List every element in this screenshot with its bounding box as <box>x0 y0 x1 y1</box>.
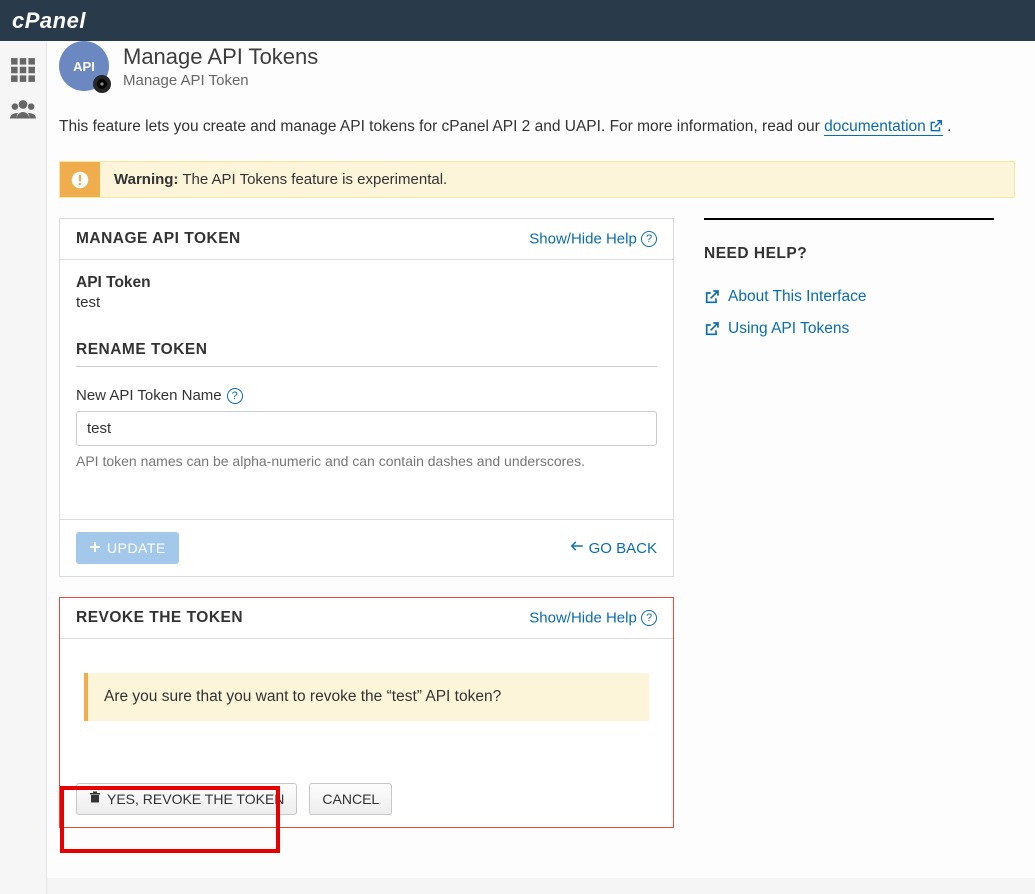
question-circle-icon[interactable]: ? <box>227 388 243 404</box>
warning-alert: Warning: The API Tokens feature is exper… <box>59 161 1015 198</box>
question-circle-icon: ? <box>641 610 657 626</box>
intro-prefix: This feature lets you create and manage … <box>59 118 824 135</box>
new-name-label: New API Token Name ? <box>76 387 657 404</box>
new-name-hint: API token names can be alpha-numeric and… <box>76 453 657 469</box>
go-back-link[interactable]: GO BACK <box>570 539 657 557</box>
help-heading: NEED HELP? <box>704 218 994 263</box>
manage-panel: MANAGE API TOKEN Show/Hide Help ? API To… <box>59 218 674 577</box>
arrow-left-icon <box>570 539 584 557</box>
documentation-link[interactable]: documentation <box>824 118 943 136</box>
intro-suffix: . <box>943 118 952 135</box>
cancel-text: CANCEL <box>322 791 379 807</box>
plus-icon <box>89 540 101 556</box>
external-link-icon <box>704 289 720 305</box>
breadcrumb: Manage API Token <box>123 72 318 89</box>
update-button-text: UPDATE <box>107 540 166 556</box>
manage-help-toggle-text: Show/Hide Help <box>529 231 637 248</box>
token-label: API Token <box>76 274 657 292</box>
revoke-heading: REVOKE THE TOKEN <box>76 609 243 627</box>
token-value: test <box>76 294 657 311</box>
revoke-help-toggle-text: Show/Hide Help <box>529 610 637 627</box>
help-link-label: About This Interface <box>728 288 866 306</box>
help-link-about[interactable]: About This Interface <box>704 288 994 306</box>
revoke-confirm: Are you sure that you want to revoke the… <box>84 673 649 721</box>
warning-icon <box>60 162 100 197</box>
manage-heading: MANAGE API TOKEN <box>76 230 241 248</box>
new-name-label-text: New API Token Name <box>76 387 222 404</box>
warning-text: The API Tokens feature is experimental. <box>178 171 447 188</box>
cancel-button[interactable]: CANCEL <box>309 783 392 815</box>
grid-icon[interactable] <box>10 57 36 81</box>
manage-help-toggle[interactable]: Show/Hide Help ? <box>529 230 657 248</box>
page-header: API Manage API Tokens Manage API Token <box>59 41 1015 101</box>
yes-revoke-text: YES, REVOKE THE TOKEN <box>107 791 284 807</box>
rename-heading: RENAME TOKEN <box>76 341 657 367</box>
help-link-label: Using API Tokens <box>728 320 849 338</box>
new-name-input[interactable] <box>76 411 657 446</box>
page-icon: API <box>59 41 109 91</box>
update-button[interactable]: UPDATE <box>76 532 179 564</box>
lock-icon <box>93 75 111 93</box>
main-content: API Manage API Tokens Manage API Token T… <box>47 41 1035 878</box>
external-link-icon <box>704 321 720 337</box>
question-circle-icon: ? <box>641 231 657 247</box>
revoke-panel: REVOKE THE TOKEN Show/Hide Help ? Are yo… <box>59 597 674 828</box>
documentation-link-text: documentation <box>824 118 926 135</box>
yes-revoke-button[interactable]: YES, REVOKE THE TOKEN <box>76 783 297 815</box>
external-link-icon <box>929 117 943 141</box>
help-sidebar: NEED HELP? About This Interface Using AP… <box>704 218 994 352</box>
top-bar: cPanel <box>0 0 1035 41</box>
intro-text: This feature lets you create and manage … <box>59 115 1015 141</box>
help-link-using[interactable]: Using API Tokens <box>704 320 994 338</box>
page-title: Manage API Tokens <box>123 44 318 70</box>
warning-label: Warning: <box>114 171 178 188</box>
page-icon-text: API <box>73 59 95 74</box>
users-icon[interactable] <box>10 99 36 123</box>
side-rail <box>0 41 47 894</box>
trash-icon <box>89 791 101 807</box>
brand-logo: cPanel <box>12 8 86 34</box>
revoke-help-toggle[interactable]: Show/Hide Help ? <box>529 609 657 627</box>
go-back-text: GO BACK <box>589 540 657 557</box>
